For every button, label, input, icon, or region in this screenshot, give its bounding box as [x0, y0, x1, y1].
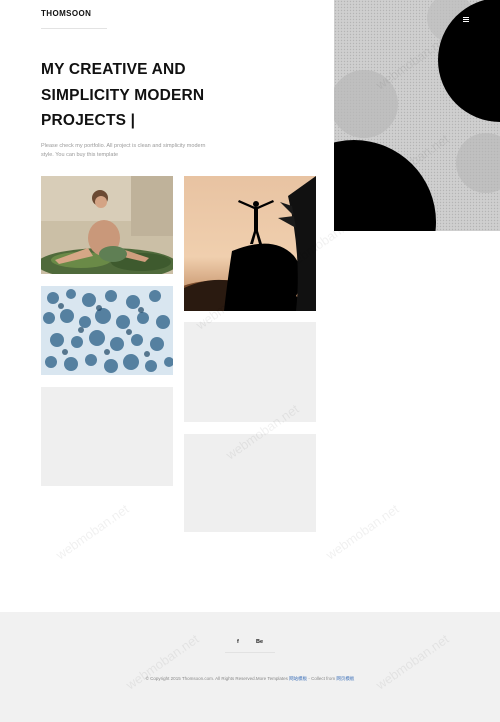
more-templates-link[interactable]: 网站模板 [289, 676, 307, 681]
woman-greenery-photo [41, 176, 173, 274]
site-footer: f Be © Copyright 2015 Thomsoon.com. All … [0, 612, 500, 722]
footer-divider [225, 652, 275, 653]
site-logo[interactable]: THOMSOON [41, 9, 91, 18]
headline-line: PROJECTS | [41, 112, 136, 129]
page-headline: MY CREATIVE AND SIMPLICITY MODERN PROJEC… [41, 57, 241, 134]
watermark-text: webmoban.net [52, 501, 132, 563]
hero-graphic [334, 0, 500, 231]
snowy-forest-photo [41, 286, 173, 375]
portfolio-item-placeholder[interactable] [41, 387, 173, 486]
headline-line: MY CREATIVE AND [41, 61, 186, 78]
sunset-rock-photo [184, 176, 316, 311]
collect-link[interactable]: 网页模板 [336, 676, 354, 681]
logo-underline [41, 28, 107, 29]
portfolio-item-sunset-rock[interactable] [184, 176, 316, 311]
portfolio-item-woman-greenery[interactable] [41, 176, 173, 274]
intro-description: Please check my portfolio. All project i… [41, 143, 206, 158]
hero-circles-illustration [334, 0, 500, 231]
portfolio-item-placeholder[interactable] [184, 434, 316, 532]
headline-line: SIMPLICITY MODERN [41, 86, 205, 104]
hamburger-icon [463, 17, 469, 18]
hamburger-menu-button[interactable] [460, 14, 472, 26]
portfolio-item-placeholder[interactable] [184, 322, 316, 422]
portfolio-item-snowy-forest[interactable] [41, 286, 173, 375]
copyright-line: © Copyright 2015 Thomsoon.com. All Right… [0, 676, 500, 682]
watermark-text: webmoban.net [322, 501, 402, 563]
behance-icon[interactable]: Be [256, 639, 263, 645]
collect-text: - Collect from [308, 676, 336, 681]
copyright-text: © Copyright 2015 Thomsoon.com. All Right… [145, 676, 288, 681]
facebook-icon[interactable]: f [237, 639, 239, 645]
